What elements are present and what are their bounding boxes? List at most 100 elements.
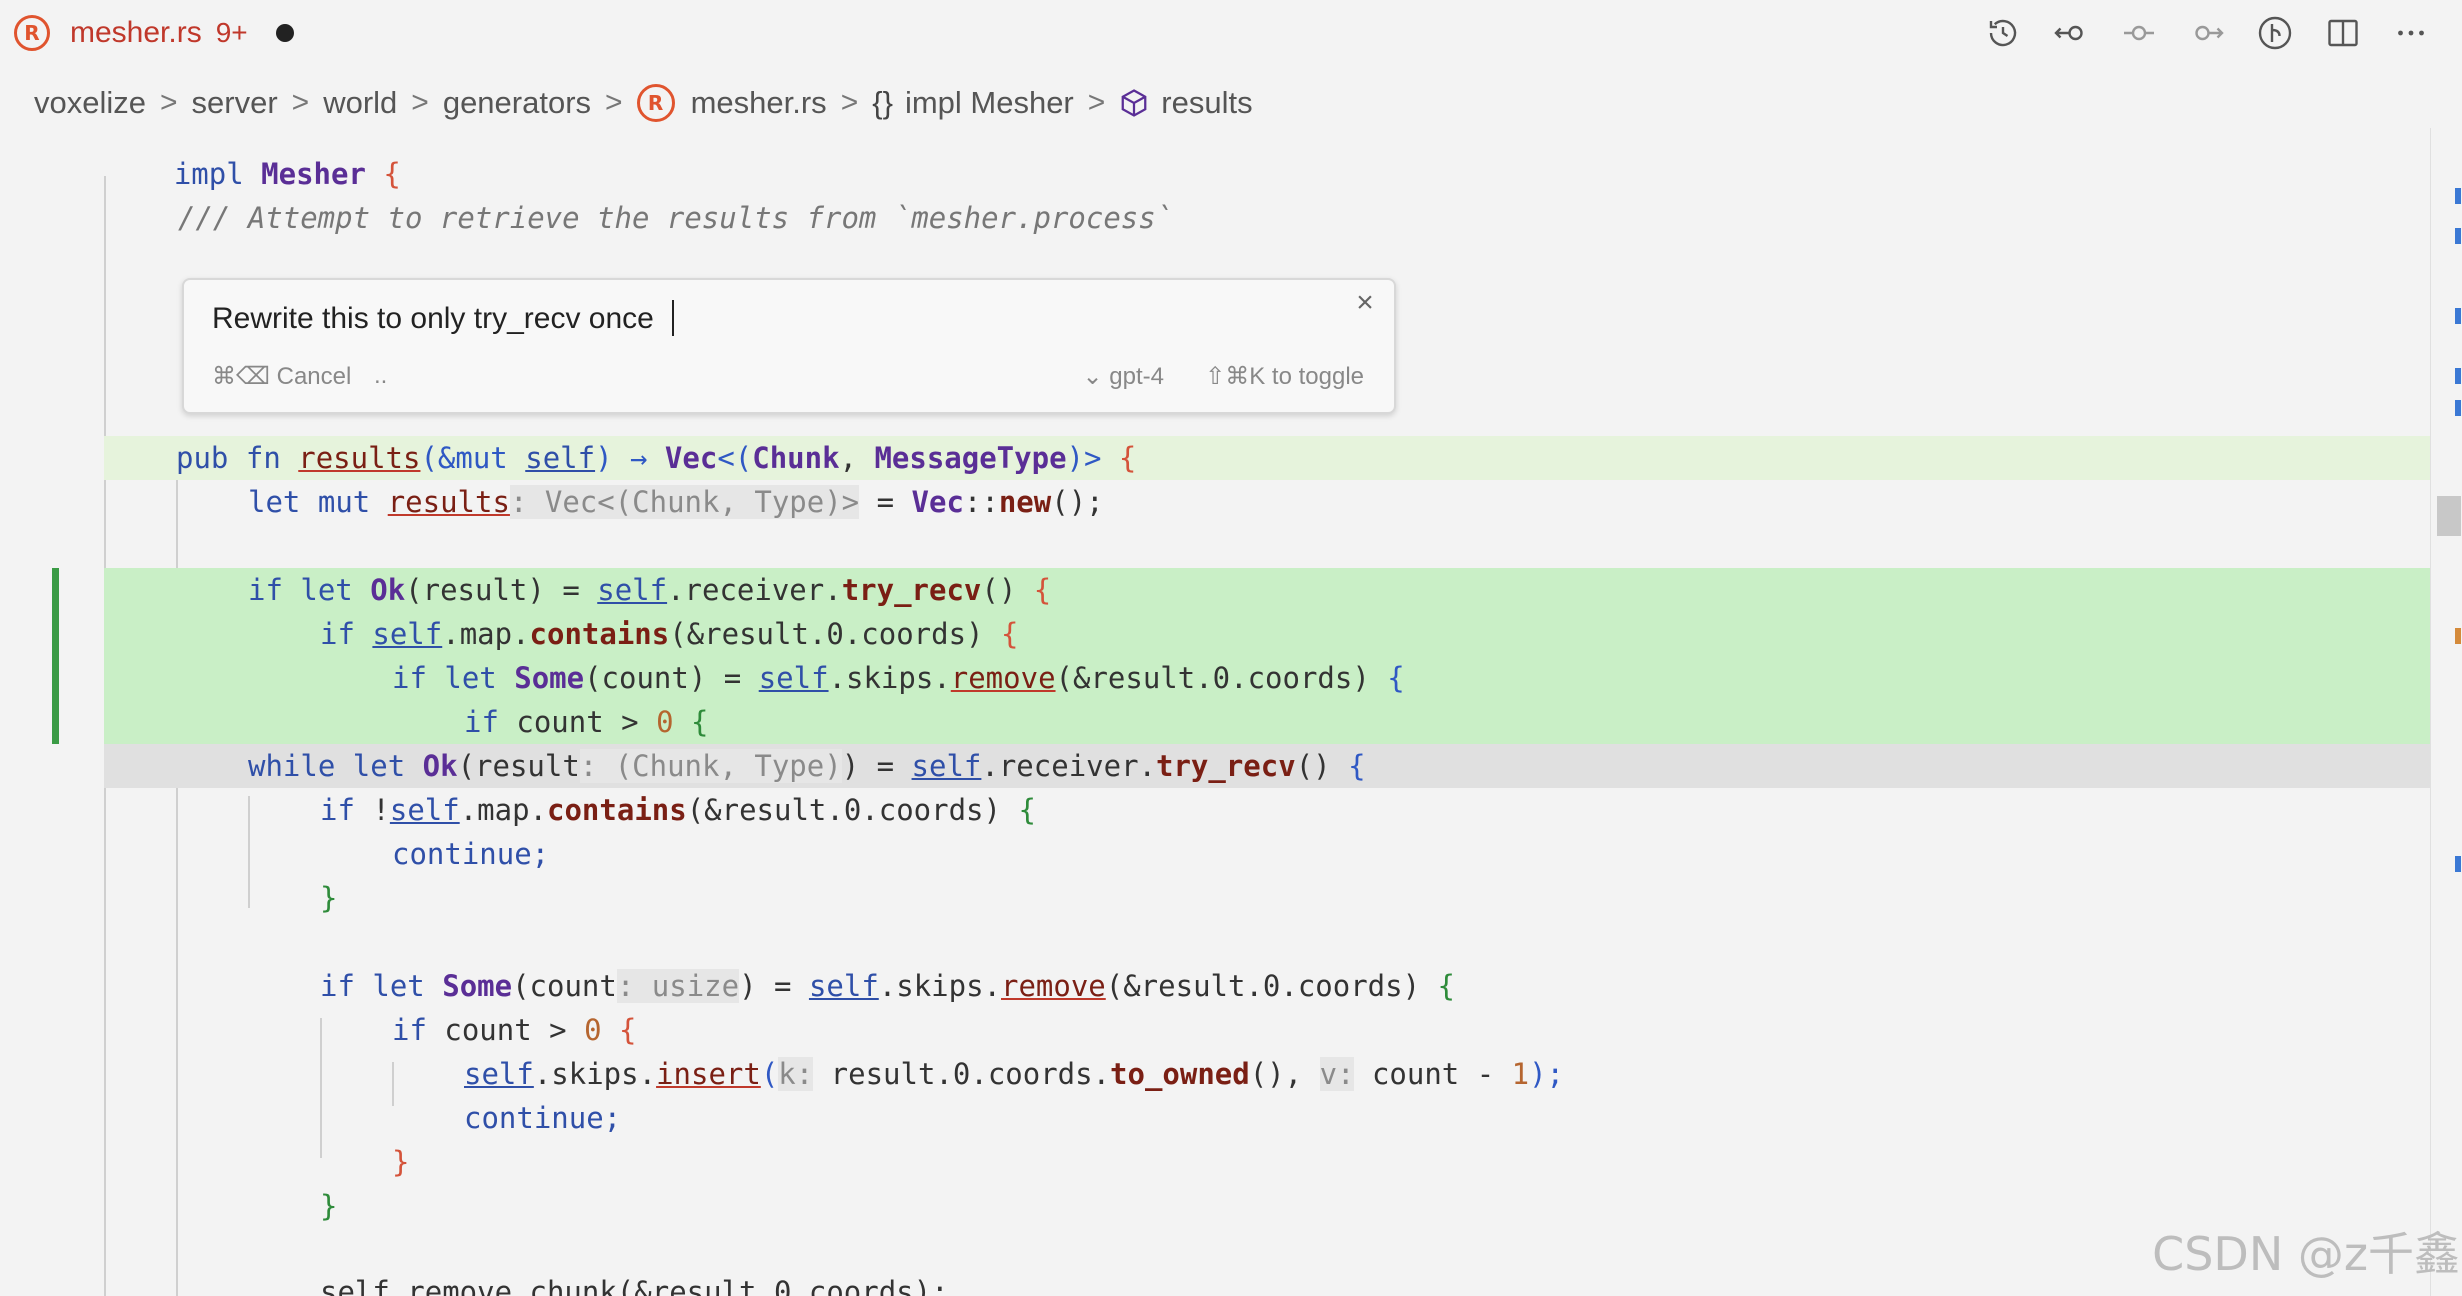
arg: (&result.0.coords) <box>686 793 1001 827</box>
breadcrumb-item-voxelize[interactable]: voxelize <box>34 85 146 121</box>
code-line: if !self.map.contains(&result.0.coords) … <box>0 788 2430 832</box>
breadcrumb-item-file[interactable]: mesher.rs <box>691 85 827 121</box>
prompt-input[interactable] <box>212 302 1292 336</box>
code-line: self.remove_chunk(&result.0.coords); <box>0 1270 2430 1296</box>
type-hint: : Vec<(Chunk, Type)> <box>509 485 860 519</box>
code-line: if count > 0 { <box>0 1008 2430 1052</box>
call: () <box>1295 749 1331 783</box>
var-results: results <box>387 485 510 519</box>
arrow: ) → <box>595 441 665 475</box>
keyword-if: if <box>320 617 355 651</box>
code-line-let: let mut results: Vec<(Chunk, Type)> = Ve… <box>0 480 2430 524</box>
type-messagetype: MessageType <box>874 441 1067 475</box>
unsaved-dot-icon[interactable] <box>275 24 294 42</box>
go-back-icon[interactable] <box>2052 14 2090 52</box>
breadcrumb-separator: > <box>1087 86 1106 119</box>
mut-self: (&mut <box>420 441 526 475</box>
close-icon[interactable]: × <box>1350 288 1380 318</box>
breadcrumb-separator: > <box>605 86 623 119</box>
fn-name: results <box>298 441 421 475</box>
generic-open: <( <box>717 441 753 475</box>
cancel-button[interactable]: ⌘⌫ Cancel <box>212 362 351 391</box>
code-line-added: if let Ok(result) = self.receiver.try_re… <box>104 568 2430 612</box>
fn-to-owned: to_owned <box>1110 1057 1250 1091</box>
keyword-impl: impl <box>173 157 244 191</box>
self-ref: self <box>597 573 668 607</box>
type-hint: : usize <box>616 969 740 1003</box>
pattern: (result <box>457 749 580 783</box>
braces-icon: {} <box>872 85 893 120</box>
variant-ok: Ok <box>422 749 458 783</box>
field: .map. <box>442 617 530 651</box>
keyword-if: if <box>464 705 499 739</box>
breadcrumb-item-world[interactable]: world <box>323 85 397 121</box>
scroll-marker <box>2455 188 2461 204</box>
code-line-added: if self.map.contains(&result.0.coords) { <box>104 612 2430 656</box>
code-line-fn: pub fn results(&mut self) → Vec<(Chunk, … <box>104 436 2430 480</box>
history-icon[interactable] <box>1984 14 2022 52</box>
breadcrumb-item-impl[interactable]: impl Mesher <box>905 85 1074 121</box>
fn-remove: remove <box>1001 969 1106 1003</box>
keyword-if: if <box>320 793 355 827</box>
self-ref: self <box>372 617 443 651</box>
problems-count-badge: 9+ <box>215 17 248 48</box>
field: .skips. <box>878 969 1001 1003</box>
code-line: } <box>0 1184 2430 1228</box>
git-graph-icon[interactable] <box>2256 14 2294 52</box>
go-forward-icon[interactable] <box>2188 14 2226 52</box>
param-hint: v: <box>1319 1057 1355 1091</box>
keyword-let: let <box>372 969 425 1003</box>
expr: count > <box>444 1013 585 1047</box>
breadcrumb-item-server[interactable]: server <box>192 85 278 121</box>
brace: { <box>383 157 401 191</box>
number: 0 <box>584 1013 602 1047</box>
expr: result.0.coords. <box>813 1057 1111 1091</box>
self-ref: self <box>758 661 829 695</box>
brace: { <box>1348 749 1366 783</box>
keyword-continue: continue; <box>392 837 550 871</box>
arg: (&result.0.coords) <box>1055 661 1370 695</box>
breadcrumb-item-generators[interactable]: generators <box>443 85 591 121</box>
toggle-hint: ⇧⌘K to toggle <box>1205 363 1364 390</box>
ai-prompt-box: × ⌘⌫ Cancel .. ⌄ gpt-4 ⇧⌘K to toggle <box>182 278 1396 414</box>
code-line-removed: while let Ok(result: (Chunk, Type)) = se… <box>104 744 2430 788</box>
code-line-added: if let Some(count) = self.skips.remove(&… <box>104 656 2430 700</box>
rust-file-icon: R <box>636 84 675 122</box>
eq: = <box>706 661 759 695</box>
eq: = <box>544 573 598 607</box>
editor-tab-mesher[interactable]: R mesher.rs 9+ <box>14 10 294 56</box>
keyword-let: let <box>300 573 353 607</box>
generic-close: )> <box>1066 441 1102 475</box>
number: 1 <box>1511 1057 1530 1091</box>
keyword-pub: pub <box>176 441 229 475</box>
param-hint: k: <box>778 1057 814 1091</box>
breadcrumb-separator: > <box>160 86 178 119</box>
pattern: (count <box>512 969 617 1003</box>
self-param: self <box>525 441 596 475</box>
brace: { <box>1387 661 1405 695</box>
breadcrumb-item-method[interactable]: results <box>1161 85 1252 121</box>
scroll-thumb[interactable] <box>2437 496 2461 536</box>
keyword-let: let <box>248 485 301 519</box>
paren: ) <box>841 749 860 783</box>
model-select[interactable]: ⌄ gpt-4 <box>1083 362 1164 391</box>
scroll-marker <box>2455 228 2461 244</box>
diff-added-marker <box>52 568 59 744</box>
variant-some: Some <box>514 661 585 695</box>
vertical-scrollbar[interactable] <box>2430 128 2462 1296</box>
type-vec: Vec <box>911 485 964 519</box>
brace: } <box>392 1145 410 1179</box>
brace: } <box>320 881 338 915</box>
code-line-added: if count > 0 { <box>104 700 2430 744</box>
split-editor-icon[interactable] <box>2324 14 2362 52</box>
more-options-button[interactable]: .. <box>374 362 387 390</box>
arg: (&result.0.coords) <box>1105 969 1421 1003</box>
field: .skips. <box>828 661 951 695</box>
more-actions-icon[interactable] <box>2392 14 2430 52</box>
arg: (&result.0.coords) <box>669 617 984 651</box>
brace: } <box>320 1189 338 1223</box>
code-line: continue; <box>0 832 2430 876</box>
breadcrumb: voxelize > server > world > generators >… <box>34 78 1253 128</box>
brace: { <box>1033 573 1052 607</box>
commit-icon[interactable] <box>2120 14 2158 52</box>
